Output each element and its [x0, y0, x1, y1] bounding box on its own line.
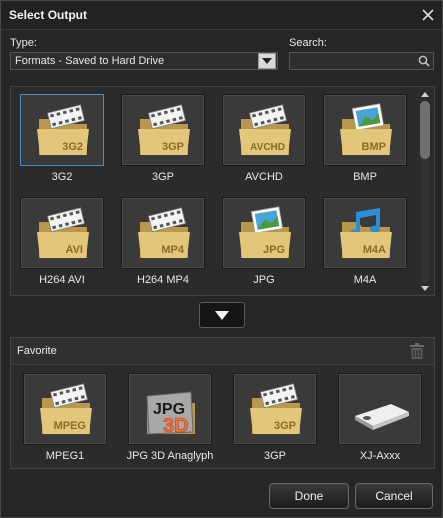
format-tile[interactable]: AVCHD: [222, 94, 306, 166]
folder-icon: 3GP: [250, 383, 302, 434]
scroll-thumb[interactable]: [420, 101, 430, 159]
format-tile[interactable]: JPG: [222, 197, 306, 269]
collapse-button[interactable]: [199, 302, 245, 328]
folder-icon: 3GP: [138, 104, 190, 155]
format-tile[interactable]: 3GP: [121, 94, 205, 166]
format-tile[interactable]: MP4: [121, 197, 205, 269]
format-label: H264 MP4: [137, 274, 189, 286]
badge-text: BMP: [362, 141, 386, 153]
cancel-button[interactable]: Cancel: [355, 483, 433, 509]
format-label: BMP: [353, 171, 377, 183]
search-input[interactable]: [293, 54, 417, 70]
format-label: JPG 3D Anaglyph: [126, 450, 214, 462]
window-title: Select Output: [9, 8, 88, 22]
scroll-down-icon[interactable]: [418, 283, 432, 293]
trash-icon[interactable]: [410, 343, 424, 359]
favorite-header: Favorite: [11, 338, 434, 365]
scroll-up-icon[interactable]: [418, 89, 432, 99]
close-button[interactable]: [414, 1, 442, 29]
type-dropdown[interactable]: Formats - Saved to Hard Drive: [10, 52, 278, 70]
folder-icon: 3G2: [37, 104, 89, 155]
badge-text: JPG: [263, 244, 285, 256]
badge-3d-text: 3D: [163, 415, 189, 437]
folder-icon: MPEG: [40, 383, 92, 434]
format-tile[interactable]: M4A: [323, 197, 407, 269]
format-tile[interactable]: JPG 3D: [128, 373, 212, 445]
formats-scrollbar[interactable]: [418, 89, 432, 293]
format-label: XJ-Axxx: [359, 450, 401, 462]
format-label: 3G2: [51, 171, 73, 183]
search-label: Search:: [289, 37, 327, 49]
badge-text: 3G2: [62, 141, 83, 153]
title-bar: Select Output: [1, 1, 442, 30]
folder-icon: JPG3D: [146, 391, 195, 437]
badge-text: 3GP: [162, 141, 184, 153]
badge-text: MP4: [161, 244, 185, 256]
format-tile[interactable]: MPEG: [23, 373, 107, 445]
badge-text: M4A: [363, 244, 386, 256]
search-box: [289, 52, 434, 70]
format-tile[interactable]: BMP: [323, 94, 407, 166]
format-tile[interactable]: [338, 373, 422, 445]
folder-icon: JPG: [239, 206, 291, 258]
type-dropdown-value: Formats - Saved to Hard Drive: [15, 55, 165, 67]
format-tile[interactable]: AVI: [20, 197, 104, 269]
triangle-down-icon: [215, 310, 229, 320]
projector-icon: [355, 404, 409, 430]
select-output-dialog: Select Output Type: Formats - Saved to H…: [0, 0, 443, 518]
search-icon[interactable]: [418, 55, 430, 67]
format-label: JPG: [253, 274, 275, 286]
type-label: Type:: [10, 37, 37, 49]
format-label: M4A: [353, 274, 377, 286]
format-label: AVCHD: [245, 171, 283, 183]
favorite-title: Favorite: [17, 345, 57, 357]
folder-icon: AVCHD: [239, 104, 291, 155]
folder-icon: MP4: [138, 207, 190, 258]
close-icon: [422, 9, 434, 21]
folder-icon: M4A: [340, 208, 392, 258]
folder-icon: BMP: [340, 103, 392, 155]
format-tile[interactable]: 3GP: [233, 373, 317, 445]
format-label: 3GP: [263, 450, 286, 462]
chevron-down-icon[interactable]: [258, 53, 276, 69]
folder-icon: AVI: [37, 207, 89, 258]
format-label: H264 AVI: [39, 274, 85, 286]
badge-text: AVCHD: [250, 142, 285, 153]
badge-text: 3GP: [274, 420, 296, 432]
badge-text: AVI: [65, 244, 83, 256]
format-label: 3GP: [151, 171, 174, 183]
format-tile[interactable]: 3G2: [20, 94, 104, 166]
format-label: MPEG1: [45, 450, 85, 462]
done-button[interactable]: Done: [269, 483, 349, 509]
badge-text: MPEG: [54, 420, 86, 432]
